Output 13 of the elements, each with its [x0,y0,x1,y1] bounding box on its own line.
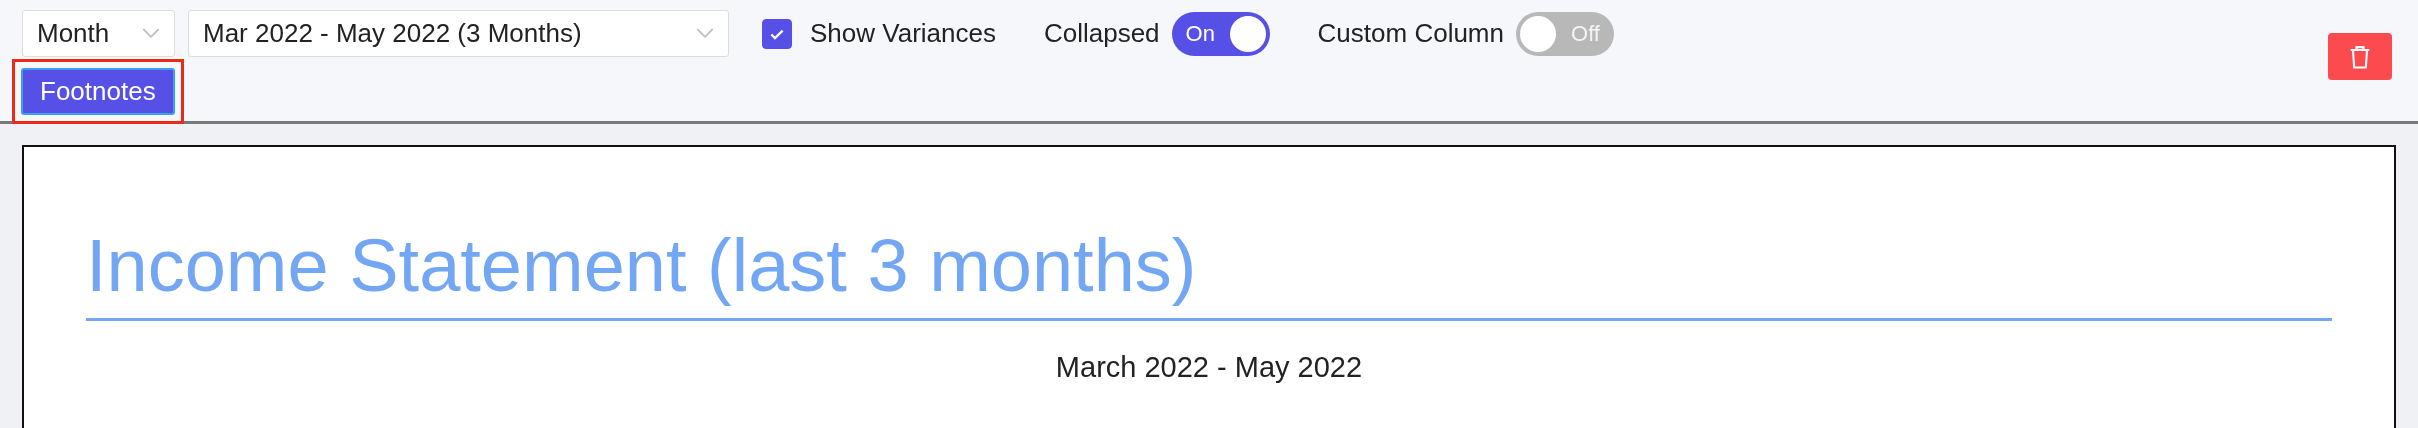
checkbox-label: Show Variances [810,18,996,49]
period-select[interactable]: Month [22,10,175,57]
chevron-down-icon [142,28,160,39]
report-title: Income Statement (last 3 months) [86,225,1198,307]
report-period: March 2022 - May 2022 [1054,351,1364,385]
toggle-label: Custom Column [1317,18,1504,49]
date-range-select[interactable]: Mar 2022 - May 2022 (3 Months) [188,10,729,57]
toggle-label: Collapsed [1043,18,1160,49]
footnotes-button[interactable]: Footnotes [21,68,175,115]
toggle-switch[interactable]: On [1171,11,1270,56]
delete-button[interactable] [2328,33,2392,80]
checkbox[interactable] [762,18,792,49]
chevron-down-icon [696,28,714,39]
